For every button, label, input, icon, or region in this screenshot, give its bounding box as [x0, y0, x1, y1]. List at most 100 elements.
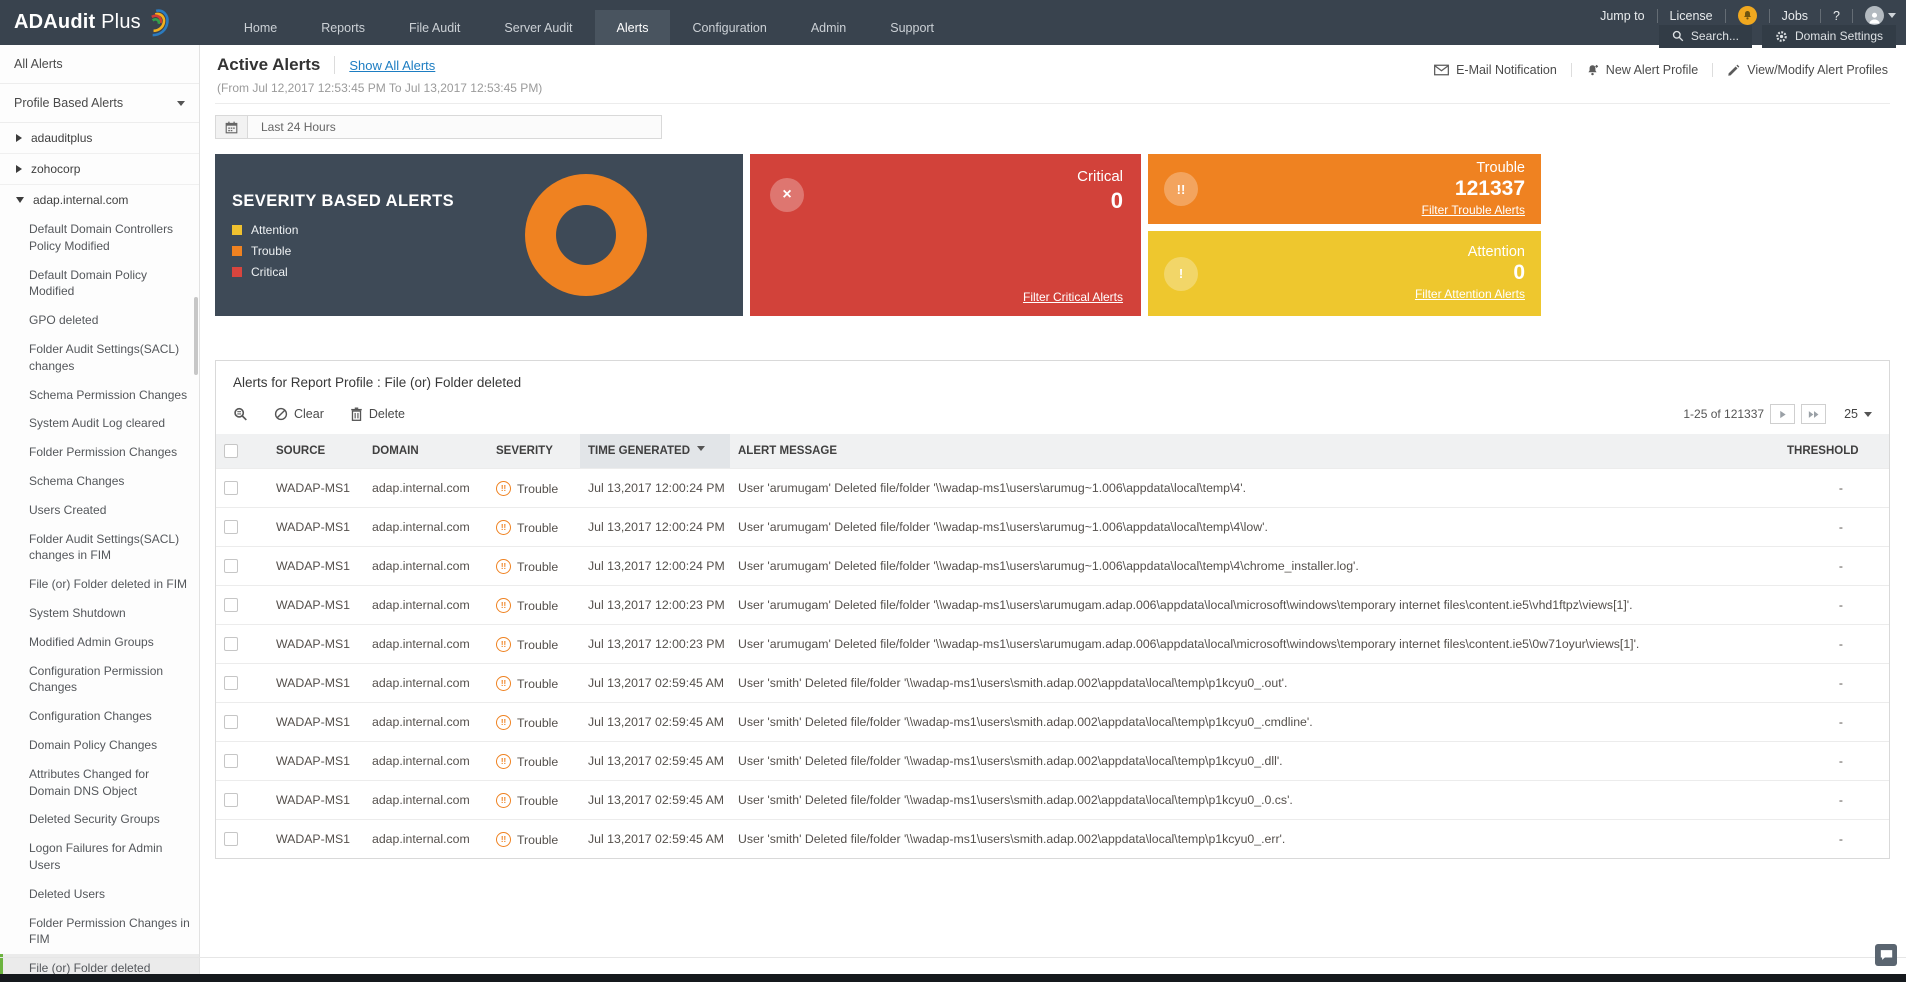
clear-alerts-button[interactable]: Clear — [274, 407, 324, 421]
main-content: Active Alerts Show All Alerts (From Jul … — [200, 45, 1906, 974]
row-checkbox[interactable] — [224, 793, 238, 808]
last-page-button[interactable] — [1801, 404, 1827, 424]
alert-profile-item[interactable]: Modified Admin Groups — [0, 628, 199, 657]
user-menu-caret-icon[interactable] — [1888, 13, 1896, 18]
alert-profile-item[interactable]: Default Domain Policy Modified — [0, 261, 199, 307]
select-all-header — [216, 434, 268, 469]
row-checkbox[interactable] — [224, 715, 238, 730]
email-notification-button[interactable]: E-Mail Notification — [1420, 63, 1571, 77]
alert-profile-item[interactable]: Folder Permission Changes in FIM — [0, 909, 199, 955]
alert-profile-item[interactable]: GPO deleted — [0, 306, 199, 335]
row-checkbox[interactable] — [224, 832, 238, 847]
jobs-link[interactable]: Jobs — [1770, 9, 1820, 23]
row-checkbox[interactable] — [224, 754, 238, 769]
help-link[interactable]: ? — [1821, 9, 1852, 23]
navbar-links: Jump to License Jobs ? — [1588, 6, 1896, 25]
column-header-domain[interactable]: DOMAIN — [364, 434, 488, 469]
sidebar-scrollbar[interactable] — [194, 297, 198, 375]
show-all-alerts-link[interactable]: Show All Alerts — [349, 58, 435, 73]
cell-alert-message: User 'smith' Deleted file/folder '\\wada… — [730, 819, 1779, 858]
cell-time-generated: Jul 13,2017 12:00:24 PM — [580, 468, 730, 508]
alert-profile-item[interactable]: Configuration Changes — [0, 702, 199, 731]
nav-menu-item[interactable]: Admin — [789, 12, 868, 45]
cell-source: WADAP-MS1 — [268, 507, 364, 547]
alert-profile-item[interactable]: System Audit Log cleared — [0, 409, 199, 438]
jump-to-link[interactable]: Jump to — [1588, 9, 1656, 23]
alert-profile-item[interactable]: Folder Audit Settings(SACL) changes — [0, 335, 199, 381]
filter-trouble-alerts-link[interactable]: Filter Trouble Alerts — [1422, 203, 1525, 217]
next-page-button[interactable] — [1770, 404, 1796, 424]
row-checkbox[interactable] — [224, 598, 238, 613]
page-size-dropdown[interactable]: 25 — [1844, 407, 1872, 421]
alert-profile-item[interactable]: Folder Audit Settings(SACL) changes in F… — [0, 525, 199, 571]
row-checkbox[interactable] — [224, 559, 238, 574]
alert-profile-item[interactable]: Attributes Changed for Domain DNS Object — [0, 760, 199, 806]
select-all-checkbox[interactable] — [224, 444, 238, 458]
notifications-bell-icon[interactable] — [1737, 6, 1757, 25]
license-link[interactable]: License — [1658, 9, 1725, 23]
column-header-alert-message[interactable]: ALERT MESSAGE — [730, 434, 1779, 469]
alerts-table-card: Alerts for Report Profile : File (or) Fo… — [215, 360, 1890, 859]
column-header-severity[interactable]: SEVERITY — [488, 434, 580, 469]
new-alert-profile-button[interactable]: New Alert Profile — [1570, 63, 1712, 77]
legend-swatch — [232, 266, 242, 277]
sidebar-item-profile-based-alerts[interactable]: Profile Based Alerts — [0, 84, 199, 123]
alert-profile-item[interactable]: Schema Permission Changes — [0, 381, 199, 410]
delete-alerts-button[interactable]: Delete — [350, 407, 405, 421]
column-search-button[interactable] — [233, 407, 248, 422]
app-logo[interactable]: ADAudit Plus — [0, 0, 180, 45]
domain-tree-item[interactable]: adap.internal.com — [0, 185, 199, 215]
user-avatar[interactable] — [1865, 6, 1884, 25]
nav-menu-item[interactable]: Home — [222, 12, 299, 45]
alert-profile-item[interactable]: System Shutdown — [0, 599, 199, 628]
alert-profile-item[interactable]: File (or) Folder deleted in FIM — [0, 570, 199, 599]
row-checkbox[interactable] — [224, 520, 238, 535]
cell-alert-message: User 'smith' Deleted file/folder '\\wada… — [730, 702, 1779, 742]
divider — [1852, 8, 1853, 23]
critical-card-label: Critical — [1077, 168, 1123, 185]
nav-menu-item[interactable]: File Audit — [387, 12, 482, 45]
cell-time-generated: Jul 13,2017 12:00:23 PM — [580, 624, 730, 664]
alerts-table-title: Alerts for Report Profile : File (or) Fo… — [233, 375, 522, 390]
domain-tree-item[interactable]: zohocorp — [0, 154, 199, 185]
alert-profile-item[interactable]: Deleted Users — [0, 880, 199, 909]
collapse-caret-icon — [177, 100, 185, 106]
nav-menu-item[interactable]: Reports — [299, 12, 387, 45]
feedback-chat-icon[interactable] — [1875, 944, 1897, 966]
filter-critical-alerts-link[interactable]: Filter Critical Alerts — [1023, 290, 1123, 304]
row-checkbox[interactable] — [224, 481, 238, 496]
attention-exclamation-icon: ! — [1164, 256, 1198, 291]
alert-profile-item[interactable]: Folder Permission Changes — [0, 438, 199, 467]
severity-panel-title: SEVERITY BASED ALERTS — [232, 191, 455, 210]
cell-threshold: - — [1779, 468, 1889, 508]
alert-profile-item[interactable]: Users Created — [0, 496, 199, 525]
column-header-time-generated[interactable]: TIME GENERATED — [580, 434, 730, 469]
nav-menu-item[interactable]: Support — [868, 12, 956, 45]
search-icon — [1672, 30, 1684, 42]
trouble-severity-icon: !! — [496, 793, 511, 808]
alert-profile-item[interactable]: Logon Failures for Admin Users — [0, 834, 199, 880]
alert-profile-item[interactable]: Domain Policy Changes — [0, 731, 199, 760]
filter-attention-alerts-link[interactable]: Filter Attention Alerts — [1415, 287, 1525, 301]
cell-threshold: - — [1779, 741, 1889, 781]
alert-profile-item[interactable]: Configuration Permission Changes — [0, 657, 199, 703]
alert-profile-item[interactable]: Schema Changes — [0, 467, 199, 496]
time-period-picker[interactable]: Last 24 Hours — [215, 115, 662, 139]
row-checkbox[interactable] — [224, 676, 238, 691]
column-header-source[interactable]: SOURCE — [268, 434, 364, 469]
alert-profile-item[interactable]: Default Domain Controllers Policy Modifi… — [0, 215, 199, 261]
row-checkbox[interactable] — [224, 637, 238, 652]
alert-profile-item[interactable]: Deleted Security Groups — [0, 805, 199, 834]
page-header-actions: E-Mail Notification New Alert Profile Vi… — [1420, 63, 1888, 77]
cell-severity: !! Trouble — [488, 741, 580, 781]
nav-menu-item[interactable]: Configuration — [670, 12, 788, 45]
cell-alert-message: User 'arumugam' Deleted file/folder '\\w… — [730, 468, 1779, 508]
sidebar-item-all-alerts[interactable]: All Alerts — [0, 45, 199, 84]
view-modify-alert-profiles-button[interactable]: View/Modify Alert Profiles — [1712, 63, 1888, 77]
nav-menu-item[interactable]: Server Audit — [482, 12, 594, 45]
nav-menu-item[interactable]: Alerts — [594, 10, 671, 45]
table-header-row: SOURCE DOMAIN SEVERITY TIME GENERATED AL… — [216, 434, 1889, 469]
calendar-icon[interactable] — [216, 116, 248, 138]
time-period-value[interactable]: Last 24 Hours — [248, 120, 336, 134]
domain-tree-item[interactable]: adauditplus — [0, 123, 199, 154]
